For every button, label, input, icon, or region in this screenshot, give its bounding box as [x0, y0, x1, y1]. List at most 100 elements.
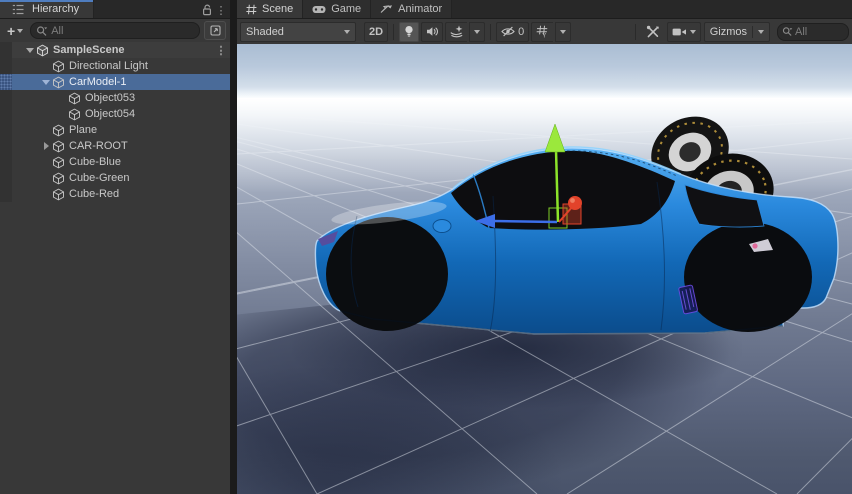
disclosure-triangle[interactable] [40, 138, 52, 154]
scene-visibility-gutter[interactable] [0, 122, 12, 138]
animator-icon [380, 5, 393, 13]
scene-visibility-gutter[interactable] [0, 106, 12, 122]
hierarchy-item-directional-light[interactable]: Directional Light [0, 58, 230, 74]
hierarchy-item-label: Plane [69, 124, 98, 136]
gameobject-cube-icon [69, 92, 80, 104]
toolbar-separator [634, 23, 636, 40]
hierarchy-search-field[interactable] [30, 22, 200, 39]
hierarchy-scene-row[interactable]: SampleScene [0, 42, 230, 58]
gameobject-cube-icon [53, 124, 64, 136]
toolbar-separator [393, 23, 395, 40]
scene-effects-toggle[interactable] [445, 21, 468, 42]
chevron-down-icon [474, 29, 481, 34]
svg-text:Y: Y [542, 34, 546, 38]
scene-visibility-gutter[interactable] [0, 74, 12, 90]
scene-visibility-gutter[interactable] [0, 186, 12, 202]
scene-visibility-gutter[interactable] [0, 42, 12, 58]
taillight-pink [752, 243, 758, 249]
scene-menu-kebab-icon[interactable] [216, 44, 226, 57]
grid-dropdown[interactable] [555, 21, 572, 42]
hierarchy-item-label: Object054 [85, 108, 136, 120]
gamepad-icon [312, 5, 326, 13]
hierarchy-item-object054[interactable]: Object054 [0, 106, 230, 122]
gizmo-x-highlight [570, 198, 575, 203]
tab-game[interactable]: Game [303, 0, 372, 18]
hierarchy-item-cube-red[interactable]: Cube-Red [0, 186, 230, 202]
hierarchy-item-label: CAR-ROOT [69, 140, 128, 152]
effects-star-icon [450, 25, 463, 38]
effects-dropdown[interactable] [469, 21, 486, 42]
animator-tab-label: Animator [398, 3, 443, 15]
gizmo-z-axis-arrow[interactable] [492, 219, 558, 224]
2d-toggle-button[interactable]: 2D [364, 21, 389, 42]
chevron-down-icon [689, 29, 696, 34]
scene-lighting-toggle[interactable] [399, 21, 420, 42]
unity-editor-window: Hierarchy + [0, 0, 852, 494]
scene-tools-button[interactable] [642, 23, 664, 41]
hierarchy-item-label: Object053 [85, 92, 136, 104]
gameobject-cube-icon [53, 140, 64, 152]
scene-search-input[interactable] [795, 25, 844, 38]
scene-visibility-gutter[interactable] [0, 170, 12, 186]
hierarchy-item-cube-blue[interactable]: Cube-Blue [0, 154, 230, 170]
hierarchy-menu-kebab-icon[interactable] [216, 2, 226, 18]
focus-indicator [0, 0, 94, 2]
scene-search-field[interactable] [777, 22, 849, 41]
hierarchy-item-carmodel-1[interactable]: CarModel-1 [0, 74, 230, 90]
hierarchy-item-cube-green[interactable]: Cube-Green [0, 170, 230, 186]
gameobject-cube-icon [53, 60, 64, 72]
side-mirror [432, 219, 452, 233]
hierarchy-list-icon [9, 4, 27, 15]
tab-hierarchy[interactable]: Hierarchy [0, 0, 95, 18]
plus-icon: + [7, 22, 16, 39]
hierarchy-item-label: Cube-Blue [69, 156, 121, 168]
hierarchy-tree: SampleScene Directional Light CarModel-1 O… [0, 42, 230, 494]
scene-viewport[interactable] [237, 44, 852, 494]
scene-visibility-gutter[interactable] [0, 154, 12, 170]
scene-visibility-gutter[interactable] [0, 58, 12, 74]
scene-panel: Scene Game Animator Shaded 2D 0 Y Gizmos… [237, 0, 852, 494]
scene-visibility-gutter[interactable] [0, 138, 12, 154]
chevron-down-icon [758, 29, 764, 34]
toolbar-right-group: Gizmos [632, 21, 849, 42]
hierarchy-item-car-root[interactable]: CAR-ROOT [0, 138, 230, 154]
draw-mode-dropdown[interactable]: Shaded [240, 21, 356, 42]
disclosure-triangle[interactable] [24, 42, 36, 58]
hierarchy-toolbar: + [0, 19, 230, 43]
tab-animator[interactable]: Animator [371, 0, 453, 18]
chevron-down-icon [560, 29, 567, 34]
rear-wheel-well [684, 222, 812, 332]
gizmo-x-handle[interactable] [568, 196, 582, 210]
pop-out-window-icon[interactable] [204, 21, 226, 40]
gameobject-cube-icon [53, 156, 64, 168]
scene-tab-label: Scene [262, 3, 294, 15]
tabbar-spacer [94, 0, 198, 18]
tab-scene[interactable]: Scene [237, 0, 304, 18]
draw-mode-label: Shaded [246, 25, 284, 38]
hierarchy-item-label: Cube-Green [69, 172, 130, 184]
unity-scene-icon [37, 44, 48, 56]
hidden-objects-toggle[interactable]: 0 [496, 21, 530, 42]
scene-audio-toggle[interactable] [421, 21, 444, 42]
scene-render [237, 98, 852, 494]
panel-splitter[interactable] [230, 0, 237, 494]
hierarchy-search-input[interactable] [51, 24, 194, 37]
grid-visibility-toggle[interactable]: Y [531, 21, 554, 42]
disclosure-triangle[interactable] [40, 74, 52, 90]
scene-camera-button[interactable] [666, 21, 701, 42]
hierarchy-item-object053[interactable]: Object053 [0, 90, 230, 106]
create-object-button[interactable]: + [4, 24, 26, 38]
scene-visibility-gutter[interactable] [0, 90, 12, 106]
game-tab-label: Game [331, 3, 362, 15]
hierarchy-item-plane[interactable]: Plane [0, 122, 230, 138]
unlock-icon[interactable] [198, 2, 216, 18]
chevron-down-icon [344, 29, 350, 34]
tabbar-spacer [452, 0, 852, 18]
hierarchy-item-label: Cube-Red [69, 188, 120, 200]
gizmos-dropdown[interactable]: Gizmos [703, 21, 770, 42]
